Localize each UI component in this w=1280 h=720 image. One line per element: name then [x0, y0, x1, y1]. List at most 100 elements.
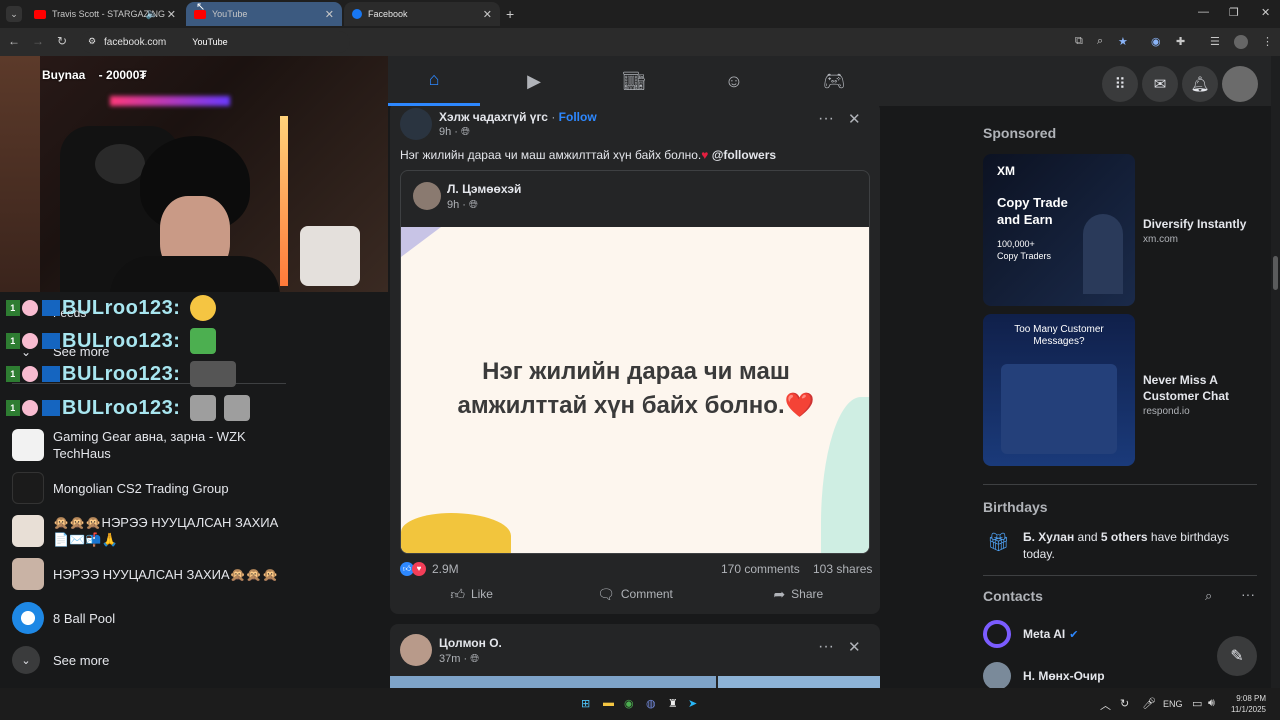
- account-avatar[interactable]: [1222, 66, 1258, 102]
- close-tab-icon[interactable]: ✕: [167, 8, 176, 21]
- shared-post[interactable]: Л. Цэмөөхэй 9h · 🌐︎ Нэг жилийн дараа чи …: [400, 170, 870, 554]
- nav-reels-icon[interactable]: ▶: [488, 56, 580, 106]
- ad-url: respond.io: [1143, 406, 1190, 417]
- post-author[interactable]: Цолмон О.: [439, 636, 502, 650]
- follow-button[interactable]: Follow: [559, 110, 597, 124]
- menu-dots-icon[interactable]: ⋮: [1262, 35, 1273, 48]
- shortcut-cs2-trading[interactable]: Mongolian CS2 Trading Group: [12, 472, 229, 504]
- shared-time[interactable]: 9h: [447, 199, 459, 211]
- mention-link[interactable]: @followers: [712, 148, 776, 162]
- chat-message: 1 BULroo123:: [6, 327, 217, 355]
- birthday-conjunction: and: [1074, 530, 1101, 544]
- more-options-icon[interactable]: ···: [818, 638, 834, 656]
- post-author[interactable]: Хэлж чадахгүй үгс: [439, 110, 548, 124]
- see-more-bottom[interactable]: ⌄ See more: [12, 646, 109, 674]
- tab-facebook[interactable]: Facebook ✕: [344, 2, 500, 26]
- nav-marketplace-icon[interactable]: 🏬︎: [588, 56, 680, 106]
- see-more-label: See more: [53, 652, 110, 668]
- network-icon[interactable]: ↻: [1120, 697, 1129, 710]
- post-time[interactable]: 9h: [439, 126, 451, 138]
- forward-arrow-icon[interactable]: →: [30, 34, 46, 48]
- nav-home-icon[interactable]: ⌂: [388, 56, 480, 106]
- discord-icon[interactable]: ◍: [646, 697, 656, 710]
- reactions-summary[interactable]: 👍︎ ♥ 2.9M: [400, 562, 459, 576]
- reload-icon[interactable]: ↻: [54, 34, 70, 48]
- bookmark-star-icon[interactable]: ★: [1118, 35, 1128, 48]
- cast-icon[interactable]: ⧉: [1075, 35, 1083, 48]
- like-label: Like: [470, 587, 493, 601]
- mic-icon[interactable]: 🎤︎: [1142, 697, 1156, 710]
- nav-groups-icon[interactable]: ☺: [688, 56, 780, 106]
- new-message-icon[interactable]: ✎: [1217, 636, 1257, 676]
- flag-badge-icon: [42, 300, 60, 316]
- messenger-icon[interactable]: ✉: [1142, 66, 1178, 102]
- new-tab-icon[interactable]: +: [506, 6, 514, 22]
- post-time[interactable]: 37m: [439, 653, 460, 665]
- menu-grid-icon[interactable]: ⠿: [1102, 66, 1138, 102]
- nav-gaming-icon[interactable]: 🎮︎: [788, 56, 880, 106]
- ad-respond[interactable]: Too Many Customer Messages? Never Miss A…: [983, 314, 1263, 466]
- address-bar[interactable]: ⚙ facebook.com YouTube: [80, 31, 350, 53]
- speaker-icon[interactable]: 🔈: [146, 9, 158, 20]
- search-contacts-icon[interactable]: ⌕: [1205, 588, 1212, 604]
- post-image[interactable]: [390, 676, 716, 688]
- file-explorer-icon[interactable]: ▬: [603, 697, 614, 709]
- notifications-bell-icon[interactable]: 🔔︎: [1182, 66, 1218, 102]
- display-icon[interactable]: ▭: [1192, 697, 1202, 710]
- site-info-icon[interactable]: ⚙: [88, 36, 96, 47]
- back-arrow-icon[interactable]: ←: [6, 34, 22, 48]
- hide-post-icon[interactable]: ✕: [848, 638, 861, 656]
- language-indicator[interactable]: ENG: [1163, 699, 1183, 709]
- shared-author[interactable]: Л. Цэмөөхэй: [447, 182, 521, 196]
- more-options-icon[interactable]: ···: [818, 110, 834, 128]
- hide-post-icon[interactable]: ✕: [848, 110, 861, 128]
- shortcut-8-ball-pool[interactable]: 8 Ball Pool: [12, 602, 115, 634]
- author-avatar[interactable]: [400, 634, 432, 666]
- scrollbar-thumb[interactable]: [1273, 256, 1278, 290]
- contact-person[interactable]: Н. Мөнх-Очир: [983, 662, 1105, 690]
- post-card: Хэлж чадахгүй үгс · Follow 9h · 🌐︎ ··· ✕…: [390, 106, 880, 614]
- volume-icon[interactable]: 🔊︎: [1208, 697, 1215, 710]
- tab-travis-scott[interactable]: Travis Scott - STARGAZING 🔈 ✕: [26, 2, 184, 26]
- clock[interactable]: 9:08 PM 11/1/2025: [1230, 693, 1266, 715]
- comment-count[interactable]: 170 comments: [721, 562, 800, 576]
- chrome-icon[interactable]: ◉: [624, 697, 634, 710]
- shared-author-avatar[interactable]: [413, 182, 441, 210]
- close-tab-icon[interactable]: ✕: [325, 8, 334, 21]
- tab-youtube[interactable]: YouTube ✕: [186, 2, 342, 26]
- playlist-icon[interactable]: ☰: [1210, 35, 1220, 48]
- shortcut-secret-letter-page[interactable]: НЭРЭЭ НУУЦАЛСАН ЗАХИА🙊🙊🙊: [12, 558, 278, 590]
- app-icon[interactable]: ♜: [668, 697, 678, 710]
- url-suggestion-chip[interactable]: YouTube: [186, 35, 233, 49]
- birthday-text[interactable]: Б. Хулан and 5 others have birthdays tod…: [1023, 529, 1257, 563]
- post-image[interactable]: [718, 676, 880, 688]
- zoom-icon[interactable]: ⌕: [1097, 35, 1103, 48]
- telegram-icon[interactable]: ➤: [688, 697, 697, 710]
- share-count[interactable]: 103 shares: [813, 562, 872, 576]
- more-options-icon[interactable]: ···: [1241, 586, 1255, 602]
- tray-chevron-icon[interactable]: ︿: [1100, 697, 1111, 713]
- reaction-count: 2.9M: [432, 562, 459, 576]
- tab-list-button[interactable]: ⌄: [6, 6, 22, 22]
- share-button[interactable]: ➦ Share: [717, 580, 880, 608]
- contact-meta-ai[interactable]: Meta AI ✔: [983, 620, 1078, 648]
- comment-button[interactable]: 🗨︎ Comment: [553, 580, 716, 608]
- emote-image-icon: [190, 361, 237, 387]
- shortcut-secret-letter-group[interactable]: 🙊🙊🙊НЭРЭЭ НУУЦАЛСАН ЗАХИА📄✉️📬🙏: [12, 514, 293, 548]
- page-scrollbar[interactable]: [1271, 56, 1280, 688]
- comment-bubble-icon: 🗨︎: [597, 585, 615, 602]
- restore-icon[interactable]: ❐: [1229, 6, 1239, 19]
- extension-icon[interactable]: ◉: [1151, 35, 1161, 48]
- close-tab-icon[interactable]: ✕: [483, 8, 492, 21]
- shortcut-label: НЭРЭЭ НУУЦАЛСАН ЗАХИА🙊🙊🙊: [53, 566, 279, 582]
- ad-xm[interactable]: XM Copy Trade and Earn 100,000+ Copy Tra…: [983, 154, 1263, 306]
- quote-image[interactable]: Нэг жилийн дараа чи маш амжилттай хүн ба…: [401, 227, 869, 553]
- page-avatar[interactable]: [400, 108, 432, 140]
- start-icon[interactable]: ⊞: [581, 697, 590, 710]
- close-window-icon[interactable]: ✕: [1261, 6, 1270, 19]
- like-button[interactable]: 👍︎ Like: [390, 580, 553, 608]
- profile-avatar[interactable]: [1234, 35, 1248, 49]
- puzzle-icon[interactable]: ✚: [1176, 35, 1185, 48]
- shortcut-wzk-techhaus[interactable]: Gaming Gear авна, зарна - WZK TechHaus: [12, 428, 253, 462]
- minimize-icon[interactable]: —: [1198, 6, 1209, 18]
